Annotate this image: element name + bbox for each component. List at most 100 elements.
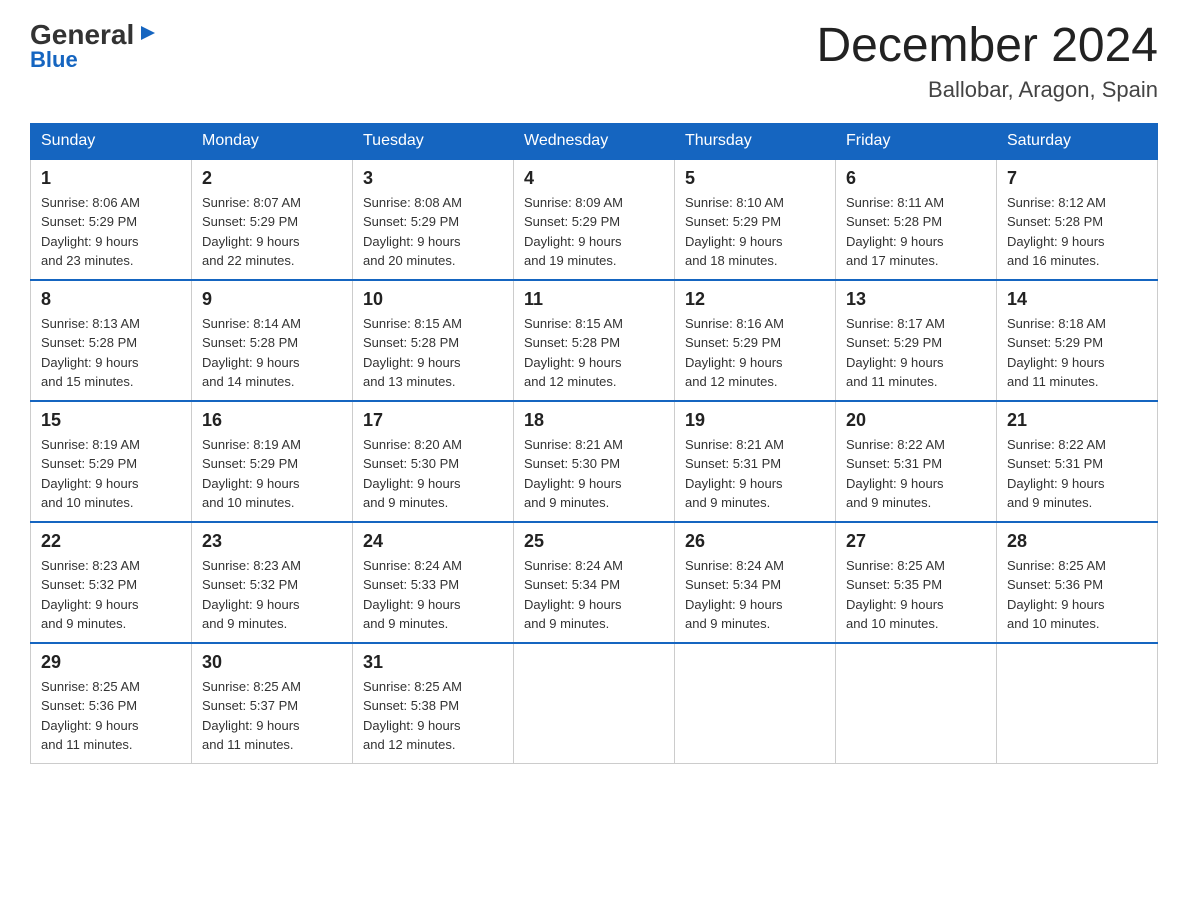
day-number: 3 xyxy=(363,168,503,189)
day-info: Sunrise: 8:25 AM Sunset: 5:35 PM Dayligh… xyxy=(846,556,986,634)
table-row: 11 Sunrise: 8:15 AM Sunset: 5:28 PM Dayl… xyxy=(514,280,675,401)
day-number: 8 xyxy=(41,289,181,310)
table-row: 20 Sunrise: 8:22 AM Sunset: 5:31 PM Dayl… xyxy=(836,401,997,522)
table-row: 10 Sunrise: 8:15 AM Sunset: 5:28 PM Dayl… xyxy=(353,280,514,401)
header-friday: Friday xyxy=(836,123,997,159)
day-info: Sunrise: 8:15 AM Sunset: 5:28 PM Dayligh… xyxy=(524,314,664,392)
day-number: 9 xyxy=(202,289,342,310)
table-row: 1 Sunrise: 8:06 AM Sunset: 5:29 PM Dayli… xyxy=(31,159,192,280)
day-number: 25 xyxy=(524,531,664,552)
header-tuesday: Tuesday xyxy=(353,123,514,159)
day-info: Sunrise: 8:18 AM Sunset: 5:29 PM Dayligh… xyxy=(1007,314,1147,392)
day-number: 11 xyxy=(524,289,664,310)
title-section: December 2024 Ballobar, Aragon, Spain xyxy=(816,20,1158,103)
day-info: Sunrise: 8:24 AM Sunset: 5:34 PM Dayligh… xyxy=(524,556,664,634)
day-number: 26 xyxy=(685,531,825,552)
table-row: 24 Sunrise: 8:24 AM Sunset: 5:33 PM Dayl… xyxy=(353,522,514,643)
day-number: 7 xyxy=(1007,168,1147,189)
table-row: 15 Sunrise: 8:19 AM Sunset: 5:29 PM Dayl… xyxy=(31,401,192,522)
day-number: 17 xyxy=(363,410,503,431)
day-info: Sunrise: 8:14 AM Sunset: 5:28 PM Dayligh… xyxy=(202,314,342,392)
day-number: 30 xyxy=(202,652,342,673)
logo-general-text: General xyxy=(30,21,134,49)
day-number: 6 xyxy=(846,168,986,189)
day-info: Sunrise: 8:21 AM Sunset: 5:31 PM Dayligh… xyxy=(685,435,825,513)
day-info: Sunrise: 8:24 AM Sunset: 5:33 PM Dayligh… xyxy=(363,556,503,634)
location: Ballobar, Aragon, Spain xyxy=(816,77,1158,103)
header-monday: Monday xyxy=(192,123,353,159)
header-sunday: Sunday xyxy=(31,123,192,159)
calendar-table: Sunday Monday Tuesday Wednesday Thursday… xyxy=(30,123,1158,764)
table-row: 4 Sunrise: 8:09 AM Sunset: 5:29 PM Dayli… xyxy=(514,159,675,280)
day-info: Sunrise: 8:08 AM Sunset: 5:29 PM Dayligh… xyxy=(363,193,503,271)
calendar-body: 1 Sunrise: 8:06 AM Sunset: 5:29 PM Dayli… xyxy=(31,159,1158,764)
day-number: 14 xyxy=(1007,289,1147,310)
day-info: Sunrise: 8:17 AM Sunset: 5:29 PM Dayligh… xyxy=(846,314,986,392)
header-saturday: Saturday xyxy=(997,123,1158,159)
day-info: Sunrise: 8:25 AM Sunset: 5:37 PM Dayligh… xyxy=(202,677,342,755)
day-info: Sunrise: 8:09 AM Sunset: 5:29 PM Dayligh… xyxy=(524,193,664,271)
table-row: 30 Sunrise: 8:25 AM Sunset: 5:37 PM Dayl… xyxy=(192,643,353,764)
table-row: 12 Sunrise: 8:16 AM Sunset: 5:29 PM Dayl… xyxy=(675,280,836,401)
table-row: 2 Sunrise: 8:07 AM Sunset: 5:29 PM Dayli… xyxy=(192,159,353,280)
day-number: 1 xyxy=(41,168,181,189)
logo-triangle-icon xyxy=(137,22,159,44)
day-number: 19 xyxy=(685,410,825,431)
table-row: 8 Sunrise: 8:13 AM Sunset: 5:28 PM Dayli… xyxy=(31,280,192,401)
table-row: 28 Sunrise: 8:25 AM Sunset: 5:36 PM Dayl… xyxy=(997,522,1158,643)
day-info: Sunrise: 8:06 AM Sunset: 5:29 PM Dayligh… xyxy=(41,193,181,271)
calendar-header: Sunday Monday Tuesday Wednesday Thursday… xyxy=(31,123,1158,159)
table-row: 14 Sunrise: 8:18 AM Sunset: 5:29 PM Dayl… xyxy=(997,280,1158,401)
day-number: 5 xyxy=(685,168,825,189)
day-number: 16 xyxy=(202,410,342,431)
day-info: Sunrise: 8:20 AM Sunset: 5:30 PM Dayligh… xyxy=(363,435,503,513)
day-number: 12 xyxy=(685,289,825,310)
day-info: Sunrise: 8:23 AM Sunset: 5:32 PM Dayligh… xyxy=(202,556,342,634)
logo: General Blue xyxy=(30,20,159,73)
table-row: 3 Sunrise: 8:08 AM Sunset: 5:29 PM Dayli… xyxy=(353,159,514,280)
day-number: 20 xyxy=(846,410,986,431)
table-row: 29 Sunrise: 8:25 AM Sunset: 5:36 PM Dayl… xyxy=(31,643,192,764)
table-row xyxy=(514,643,675,764)
day-number: 29 xyxy=(41,652,181,673)
day-number: 27 xyxy=(846,531,986,552)
table-row xyxy=(675,643,836,764)
day-info: Sunrise: 8:12 AM Sunset: 5:28 PM Dayligh… xyxy=(1007,193,1147,271)
table-row: 6 Sunrise: 8:11 AM Sunset: 5:28 PM Dayli… xyxy=(836,159,997,280)
day-number: 13 xyxy=(846,289,986,310)
day-number: 24 xyxy=(363,531,503,552)
day-info: Sunrise: 8:23 AM Sunset: 5:32 PM Dayligh… xyxy=(41,556,181,634)
day-number: 18 xyxy=(524,410,664,431)
header-thursday: Thursday xyxy=(675,123,836,159)
page-header: General Blue December 2024 Ballobar, Ara… xyxy=(30,20,1158,103)
table-row: 7 Sunrise: 8:12 AM Sunset: 5:28 PM Dayli… xyxy=(997,159,1158,280)
table-row: 27 Sunrise: 8:25 AM Sunset: 5:35 PM Dayl… xyxy=(836,522,997,643)
table-row: 9 Sunrise: 8:14 AM Sunset: 5:28 PM Dayli… xyxy=(192,280,353,401)
day-number: 15 xyxy=(41,410,181,431)
table-row: 13 Sunrise: 8:17 AM Sunset: 5:29 PM Dayl… xyxy=(836,280,997,401)
table-row: 22 Sunrise: 8:23 AM Sunset: 5:32 PM Dayl… xyxy=(31,522,192,643)
day-number: 10 xyxy=(363,289,503,310)
day-number: 2 xyxy=(202,168,342,189)
table-row: 21 Sunrise: 8:22 AM Sunset: 5:31 PM Dayl… xyxy=(997,401,1158,522)
table-row: 16 Sunrise: 8:19 AM Sunset: 5:29 PM Dayl… xyxy=(192,401,353,522)
day-info: Sunrise: 8:19 AM Sunset: 5:29 PM Dayligh… xyxy=(202,435,342,513)
table-row: 17 Sunrise: 8:20 AM Sunset: 5:30 PM Dayl… xyxy=(353,401,514,522)
day-number: 4 xyxy=(524,168,664,189)
day-number: 23 xyxy=(202,531,342,552)
day-number: 22 xyxy=(41,531,181,552)
month-title: December 2024 xyxy=(816,20,1158,73)
day-info: Sunrise: 8:16 AM Sunset: 5:29 PM Dayligh… xyxy=(685,314,825,392)
table-row xyxy=(836,643,997,764)
table-row: 19 Sunrise: 8:21 AM Sunset: 5:31 PM Dayl… xyxy=(675,401,836,522)
day-number: 31 xyxy=(363,652,503,673)
day-info: Sunrise: 8:10 AM Sunset: 5:29 PM Dayligh… xyxy=(685,193,825,271)
day-info: Sunrise: 8:21 AM Sunset: 5:30 PM Dayligh… xyxy=(524,435,664,513)
day-info: Sunrise: 8:25 AM Sunset: 5:36 PM Dayligh… xyxy=(1007,556,1147,634)
table-row: 18 Sunrise: 8:21 AM Sunset: 5:30 PM Dayl… xyxy=(514,401,675,522)
table-row: 25 Sunrise: 8:24 AM Sunset: 5:34 PM Dayl… xyxy=(514,522,675,643)
day-info: Sunrise: 8:25 AM Sunset: 5:38 PM Dayligh… xyxy=(363,677,503,755)
day-info: Sunrise: 8:22 AM Sunset: 5:31 PM Dayligh… xyxy=(846,435,986,513)
table-row: 26 Sunrise: 8:24 AM Sunset: 5:34 PM Dayl… xyxy=(675,522,836,643)
day-info: Sunrise: 8:15 AM Sunset: 5:28 PM Dayligh… xyxy=(363,314,503,392)
